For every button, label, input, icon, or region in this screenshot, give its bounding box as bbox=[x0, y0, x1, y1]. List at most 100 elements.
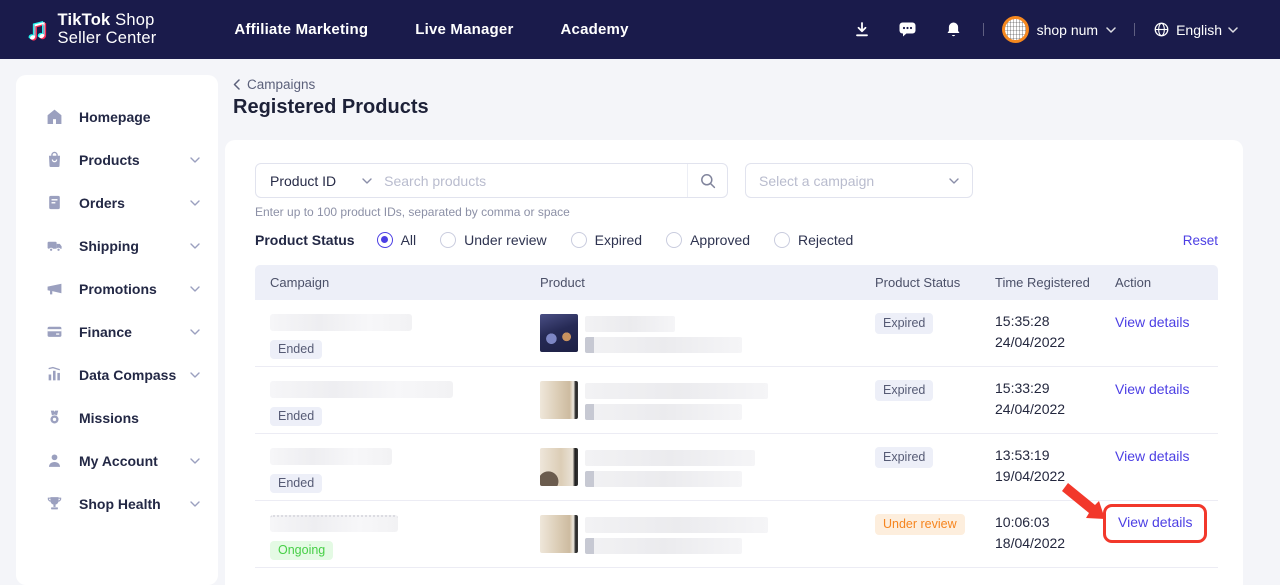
radio-approved[interactable]: Approved bbox=[666, 232, 750, 248]
radio-label: Rejected bbox=[798, 232, 853, 248]
radio-expired[interactable]: Expired bbox=[571, 232, 642, 248]
col-product: Product bbox=[540, 275, 875, 290]
search-type-value: Product ID bbox=[270, 173, 336, 189]
topbar-divider bbox=[983, 23, 984, 36]
chevron-down-icon bbox=[190, 329, 200, 335]
chevron-down-icon bbox=[1228, 27, 1238, 33]
product-thumbnail bbox=[540, 515, 578, 553]
page-title: Registered Products bbox=[233, 96, 429, 119]
radio-all[interactable]: All bbox=[377, 232, 417, 248]
trophy-icon bbox=[46, 495, 63, 512]
sidebar-item-label: Finance bbox=[79, 324, 190, 340]
view-details-link[interactable]: View details bbox=[1115, 448, 1189, 464]
chevron-down-icon bbox=[190, 501, 200, 507]
campaign-select[interactable]: Select a campaign bbox=[745, 163, 973, 198]
brand-text: TikTok Shop Seller Center bbox=[58, 12, 157, 48]
truck-icon bbox=[46, 237, 63, 254]
sidebar-item-homepage[interactable]: Homepage bbox=[16, 95, 218, 138]
sidebar-item-missions[interactable]: Missions bbox=[16, 396, 218, 439]
date-value: 24/04/2022 bbox=[995, 399, 1115, 420]
user-name: shop num bbox=[1037, 22, 1098, 38]
sidebar-item-label: Orders bbox=[79, 195, 190, 211]
action-cell: View details bbox=[1115, 367, 1218, 433]
time-value: 15:35:28 bbox=[995, 311, 1115, 332]
brand-bold: TikTok bbox=[58, 11, 111, 29]
sidebar-item-products[interactable]: Products bbox=[16, 138, 218, 181]
radio-button bbox=[377, 232, 393, 248]
search-type-dropdown[interactable]: Product ID bbox=[256, 173, 384, 189]
col-campaign: Campaign bbox=[255, 275, 540, 290]
sidebar-item-label: Products bbox=[79, 152, 190, 168]
table-row: Ended Expired 13:53:19 19/04/2022 View d… bbox=[255, 434, 1218, 501]
megaphone-icon bbox=[46, 280, 63, 297]
filter-row: Product ID Select a campaign bbox=[255, 163, 1218, 198]
view-details-link[interactable]: View details bbox=[1115, 314, 1189, 330]
status-badge: Under review bbox=[875, 514, 965, 535]
date-value: 19/04/2022 bbox=[995, 466, 1115, 487]
nav-academy[interactable]: Academy bbox=[561, 21, 629, 38]
nav-live-manager[interactable]: Live Manager bbox=[415, 21, 513, 38]
redacted-product-text bbox=[585, 448, 755, 500]
chevron-left-icon bbox=[233, 79, 240, 90]
radio-label: Expired bbox=[595, 232, 642, 248]
campaign-cell: Ended bbox=[255, 300, 540, 366]
view-details-link[interactable]: View details bbox=[1118, 514, 1192, 530]
sidebar: Homepage Products Orders Shipping Promot… bbox=[16, 75, 218, 585]
view-details-link[interactable]: View details bbox=[1115, 381, 1189, 397]
search-button[interactable] bbox=[687, 164, 727, 197]
main-panel: Product ID Select a campaign Enter up to… bbox=[225, 140, 1243, 585]
brand-rest: Shop bbox=[115, 11, 154, 29]
radio-button bbox=[666, 232, 682, 248]
sidebar-item-my-account[interactable]: My Account bbox=[16, 439, 218, 482]
nav-affiliate-marketing[interactable]: Affiliate Marketing bbox=[234, 21, 368, 38]
medal-icon bbox=[46, 409, 63, 426]
bag-icon bbox=[46, 151, 63, 168]
chevron-down-icon bbox=[190, 200, 200, 206]
tiktok-note-icon: ♫ bbox=[26, 15, 49, 45]
table-header: Campaign Product Product Status Time Reg… bbox=[255, 265, 1218, 300]
campaign-cell: Ended bbox=[255, 367, 540, 433]
language-selector[interactable]: English bbox=[1153, 21, 1238, 38]
tiktok-shop-logo[interactable]: ♫ TikTok Shop Seller Center bbox=[26, 12, 156, 48]
bell-icon[interactable] bbox=[943, 19, 965, 41]
search-icon bbox=[700, 173, 716, 189]
sidebar-item-data-compass[interactable]: Data Compass bbox=[16, 353, 218, 396]
radio-rejected[interactable]: Rejected bbox=[774, 232, 853, 248]
product-cell bbox=[540, 300, 875, 366]
sidebar-item-label: Shipping bbox=[79, 238, 190, 254]
campaign-cell: Ended bbox=[255, 434, 540, 500]
redacted-product-text bbox=[585, 515, 768, 567]
sidebar-item-promotions[interactable]: Promotions bbox=[16, 267, 218, 310]
time-value: 15:33:29 bbox=[995, 378, 1115, 399]
sidebar-item-shipping[interactable]: Shipping bbox=[16, 224, 218, 267]
product-cell bbox=[540, 501, 875, 567]
person-icon bbox=[46, 452, 63, 469]
status-filter-label: Product Status bbox=[255, 232, 355, 248]
sidebar-item-orders[interactable]: Orders bbox=[16, 181, 218, 224]
radio-under-review[interactable]: Under review bbox=[440, 232, 546, 248]
chevron-down-icon bbox=[190, 458, 200, 464]
sidebar-item-label: Shop Health bbox=[79, 496, 190, 512]
breadcrumb[interactable]: Campaigns bbox=[233, 77, 315, 92]
sidebar-item-label: Promotions bbox=[79, 281, 190, 297]
download-icon[interactable] bbox=[851, 19, 873, 41]
redacted-campaign-name bbox=[270, 515, 398, 532]
globe-icon bbox=[1153, 21, 1170, 38]
col-action: Action bbox=[1115, 275, 1218, 290]
sidebar-item-shop-health[interactable]: Shop Health bbox=[16, 482, 218, 525]
reset-link[interactable]: Reset bbox=[1183, 233, 1218, 248]
time-value: 13:53:19 bbox=[995, 445, 1115, 466]
sidebar-item-finance[interactable]: Finance bbox=[16, 310, 218, 353]
sidebar-item-label: Data Compass bbox=[79, 367, 190, 383]
radio-label: Approved bbox=[690, 232, 750, 248]
registered-products-table: Campaign Product Product Status Time Reg… bbox=[255, 265, 1218, 568]
top-navigation-bar: ♫ TikTok Shop Seller Center Affiliate Ma… bbox=[0, 0, 1280, 59]
chat-icon[interactable] bbox=[897, 19, 919, 41]
col-product-status: Product Status bbox=[875, 275, 995, 290]
brand-line2: Seller Center bbox=[58, 30, 157, 48]
product-search-group: Product ID bbox=[255, 163, 728, 198]
chevron-down-icon bbox=[949, 178, 959, 184]
topbar-right-tools: shop num English bbox=[851, 16, 1238, 43]
search-input[interactable] bbox=[384, 173, 687, 189]
user-menu[interactable]: shop num bbox=[1002, 16, 1116, 43]
